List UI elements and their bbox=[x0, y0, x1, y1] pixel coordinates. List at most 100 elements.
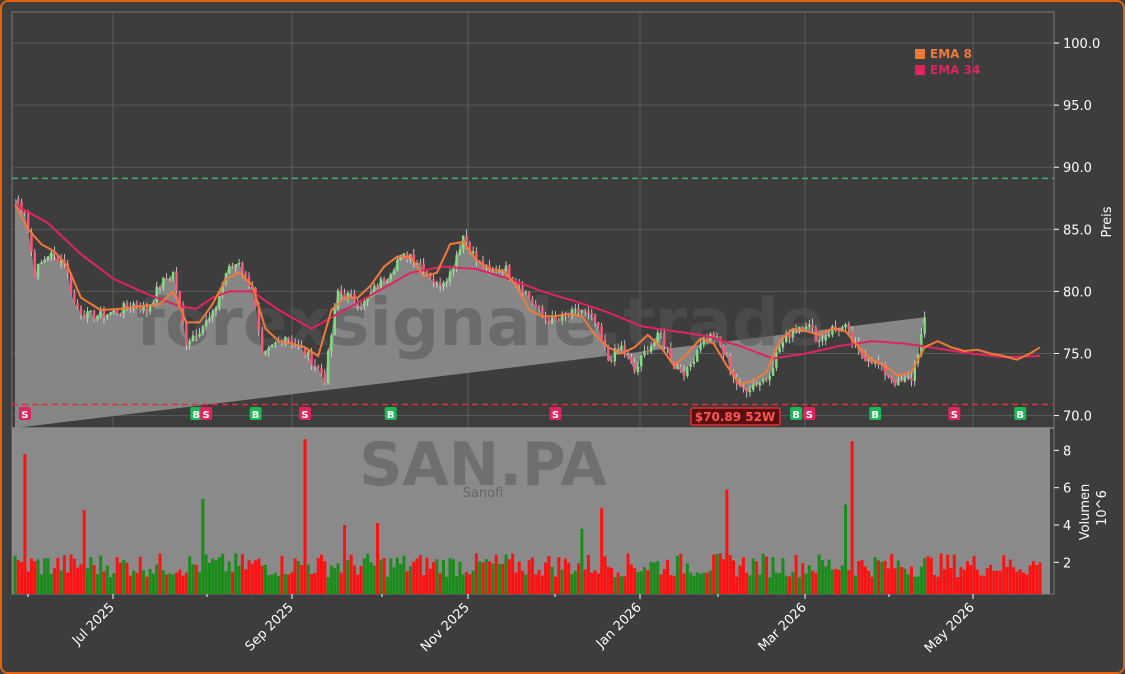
candle-body bbox=[425, 271, 429, 273]
volume-bar bbox=[491, 563, 495, 594]
volume-bar bbox=[263, 564, 267, 594]
volume-bar bbox=[1018, 569, 1022, 594]
candle-body bbox=[336, 290, 340, 309]
candle-body bbox=[201, 326, 205, 334]
volume-bar bbox=[725, 489, 729, 594]
volume-bar bbox=[949, 567, 953, 594]
volume-bar bbox=[909, 566, 913, 594]
price-tick-label: 85.0 bbox=[1063, 223, 1092, 238]
volume-bar bbox=[451, 559, 455, 594]
volume-bar bbox=[692, 575, 696, 594]
volume-bar bbox=[105, 565, 109, 594]
candle-body bbox=[218, 295, 221, 308]
candle-body bbox=[33, 252, 36, 278]
candle-body bbox=[340, 290, 343, 294]
candle-body bbox=[326, 351, 330, 383]
volume-bar bbox=[415, 558, 419, 594]
volume-bar bbox=[201, 498, 205, 594]
signal-label: S bbox=[552, 410, 559, 421]
volume-bar bbox=[277, 575, 281, 594]
volume-bar bbox=[547, 556, 551, 594]
volume-bar bbox=[791, 571, 795, 594]
candle-body bbox=[349, 292, 353, 294]
volume-bar bbox=[850, 441, 854, 594]
volume-bar bbox=[184, 572, 188, 594]
candle-body bbox=[903, 378, 907, 382]
volume-bar bbox=[890, 553, 894, 594]
candle-body bbox=[109, 312, 112, 315]
volume-bar bbox=[708, 570, 712, 594]
volume-bar bbox=[863, 566, 867, 594]
volume-bar bbox=[408, 566, 412, 594]
candle-body bbox=[633, 362, 636, 373]
volume-bar bbox=[570, 573, 574, 594]
candle-body bbox=[264, 350, 267, 355]
volume-bar bbox=[217, 557, 221, 594]
legend-swatch-ema8 bbox=[915, 49, 925, 59]
candle-body bbox=[392, 270, 396, 275]
candle-body bbox=[231, 265, 234, 268]
volume-bar bbox=[900, 566, 904, 594]
candle-body bbox=[458, 249, 462, 256]
volume-bar bbox=[906, 574, 910, 594]
volume-bar bbox=[76, 567, 80, 594]
volume-bar bbox=[425, 557, 429, 594]
volume-bar bbox=[764, 556, 768, 594]
sell-signal: S bbox=[549, 407, 562, 421]
volume-bar bbox=[820, 560, 824, 594]
candle-body bbox=[270, 344, 274, 348]
volume-bar bbox=[412, 561, 416, 594]
volume-tick-label: 8 bbox=[1063, 444, 1071, 459]
volume-bar bbox=[554, 576, 558, 594]
price-axis-label: Preis bbox=[1100, 206, 1115, 237]
candle-body bbox=[452, 268, 455, 272]
candle-body bbox=[900, 379, 903, 382]
candle-body bbox=[686, 366, 689, 376]
candle-body bbox=[435, 281, 439, 283]
price-tick-label: 95.0 bbox=[1063, 99, 1092, 114]
candle-body bbox=[864, 356, 867, 362]
candle-body bbox=[50, 252, 53, 257]
volume-bar bbox=[62, 555, 66, 594]
volume-bar bbox=[666, 559, 670, 594]
volume-bar bbox=[857, 561, 861, 594]
volume-bar bbox=[715, 554, 719, 594]
volume-bar bbox=[296, 561, 300, 594]
volume-bar bbox=[99, 555, 103, 594]
volume-bar bbox=[155, 564, 159, 594]
buy-signal: B bbox=[1014, 407, 1027, 421]
candle-body bbox=[168, 278, 172, 280]
volume-bar bbox=[979, 575, 983, 594]
candle-body bbox=[534, 303, 537, 307]
buy-signal: B bbox=[869, 407, 882, 421]
price-axis: 70.0 75.0 80.0 85.0 90.0 95.0 100.0 bbox=[1054, 37, 1100, 425]
volume-bar bbox=[577, 563, 581, 594]
candle-body bbox=[593, 314, 597, 322]
candle-body bbox=[811, 324, 814, 328]
volume-bar bbox=[445, 576, 449, 594]
volume-bar bbox=[939, 553, 943, 594]
candle-body bbox=[96, 315, 99, 320]
candle-body bbox=[788, 333, 791, 338]
volume-bar bbox=[982, 575, 986, 594]
candle-body bbox=[465, 235, 468, 243]
volume-bar bbox=[267, 575, 271, 594]
volume-bar bbox=[306, 564, 310, 594]
candle-body bbox=[442, 282, 445, 287]
volume-bar bbox=[537, 569, 541, 594]
volume-bar bbox=[712, 554, 716, 594]
candle-body bbox=[636, 366, 640, 373]
volume-bar bbox=[942, 569, 946, 594]
volume-bar bbox=[435, 559, 439, 594]
volume-bar bbox=[46, 558, 50, 594]
date-tick-label: Jan 2026 bbox=[593, 600, 645, 652]
volume-bar bbox=[600, 508, 604, 594]
volume-bar bbox=[352, 565, 356, 594]
volume-bar bbox=[43, 558, 47, 594]
volume-bar bbox=[923, 558, 927, 594]
volume-bar bbox=[109, 576, 113, 594]
candle-body bbox=[234, 264, 238, 268]
volume-bar bbox=[484, 559, 488, 594]
volume-axis: 2 4 6 8 bbox=[1054, 444, 1071, 571]
candle-body bbox=[656, 332, 659, 342]
